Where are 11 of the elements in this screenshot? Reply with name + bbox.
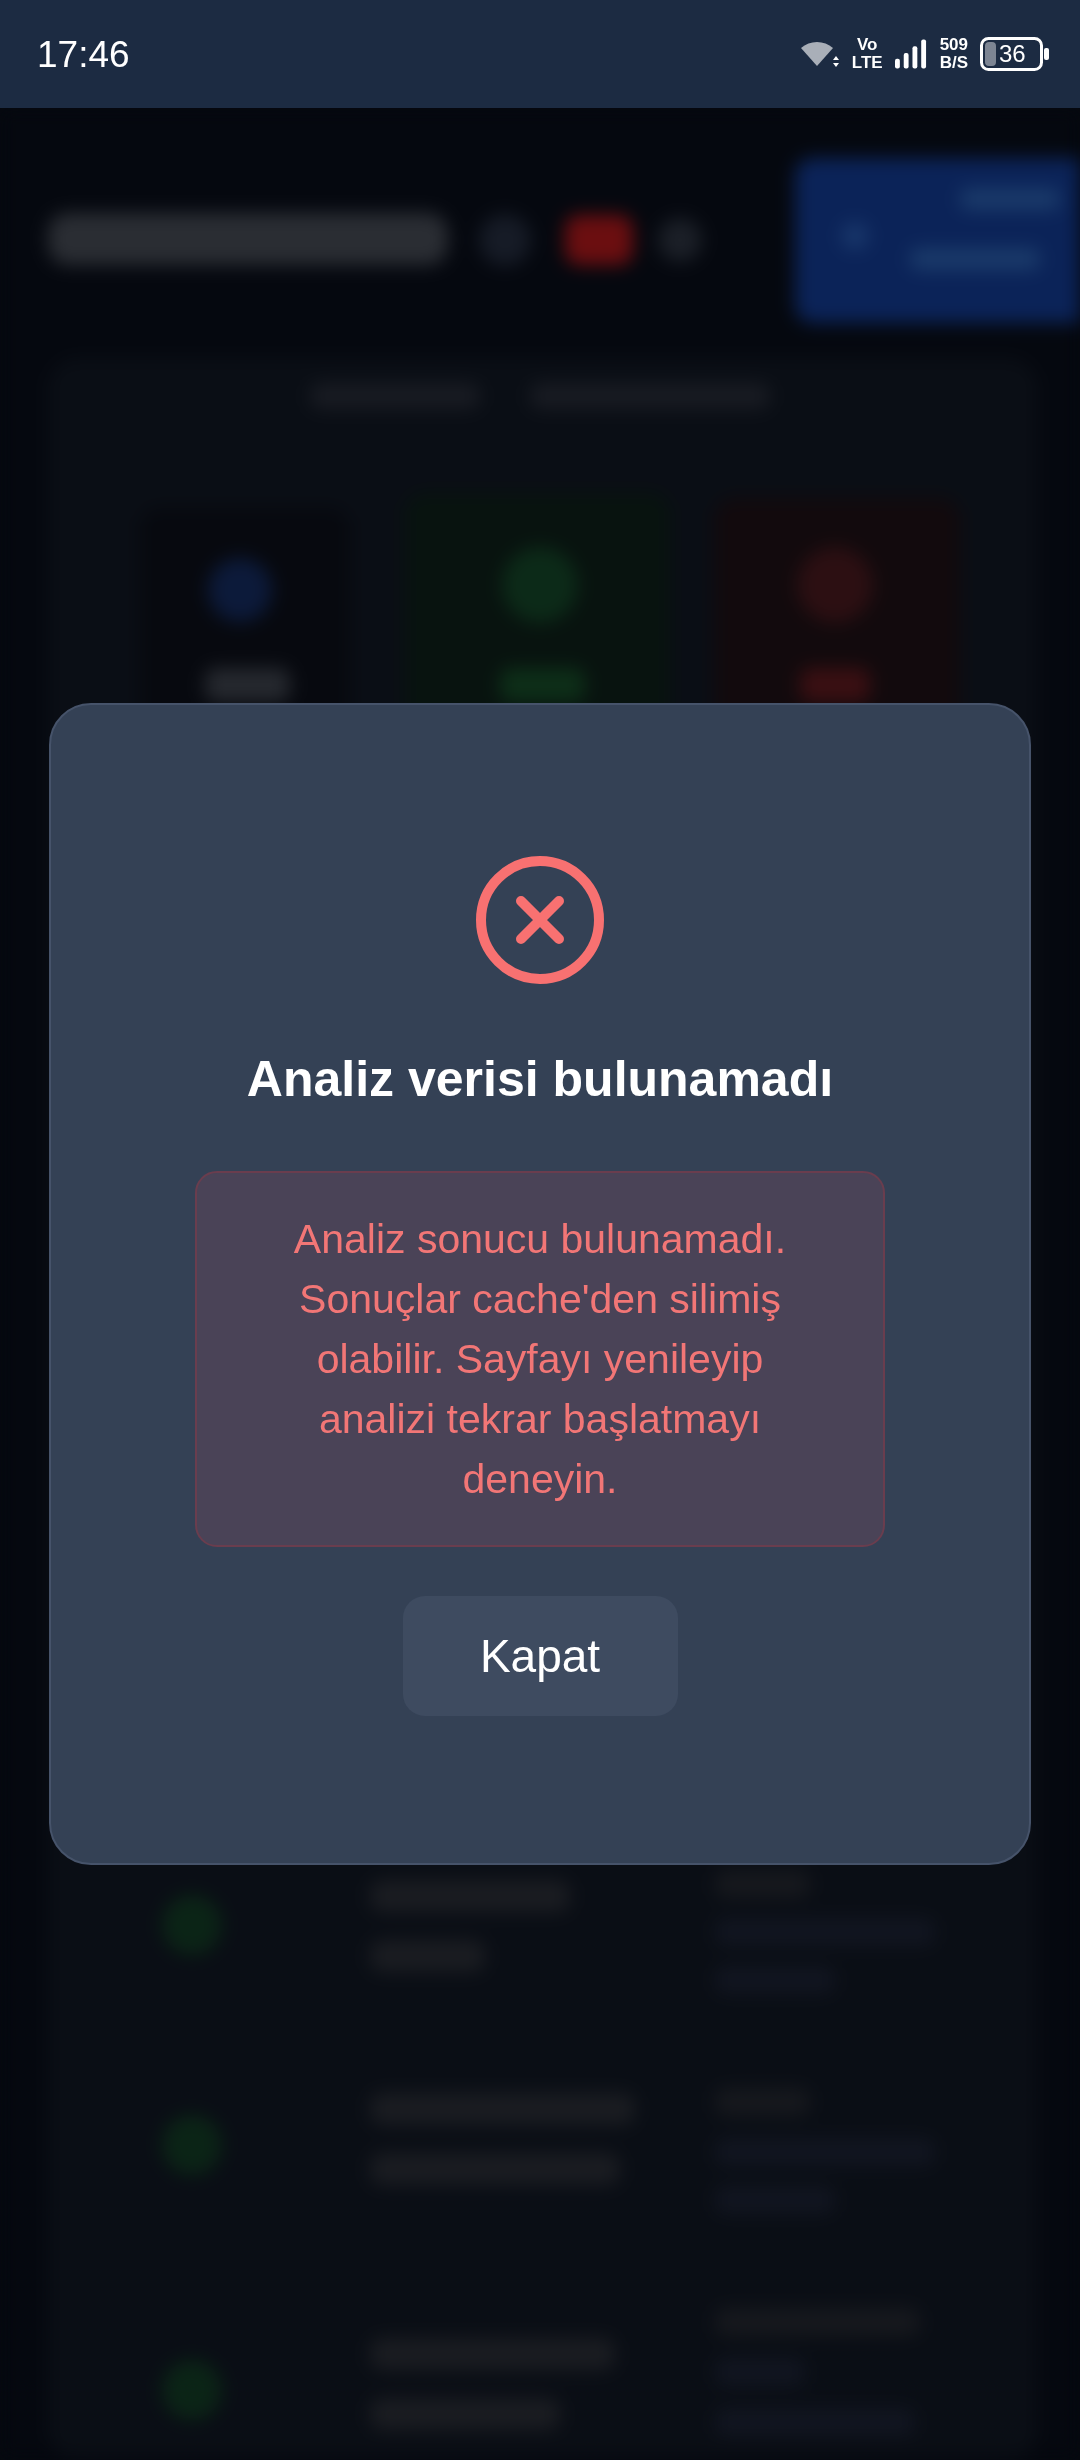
wifi-icon	[799, 39, 840, 69]
dialog-title: Analiz verisi bulunamadı	[246, 1050, 834, 1109]
clock-time: 17:46	[37, 35, 130, 73]
battery-percent-label: 36	[999, 41, 1026, 67]
error-icon	[475, 855, 605, 985]
data-speed-label: 509 B/S	[939, 36, 968, 72]
signal-icon	[894, 39, 928, 69]
close-button[interactable]: Kapat	[402, 1596, 678, 1716]
error-message: Analiz sonucu bulunamadı. Sonuçlar cache'den silimiş olabilir. Sayfayı yenileyip analizi tekrar başlatmayı deneyin.	[292, 1215, 788, 1504]
network-type-label: Vo LTE	[851, 36, 883, 72]
battery-icon	[980, 37, 1050, 71]
